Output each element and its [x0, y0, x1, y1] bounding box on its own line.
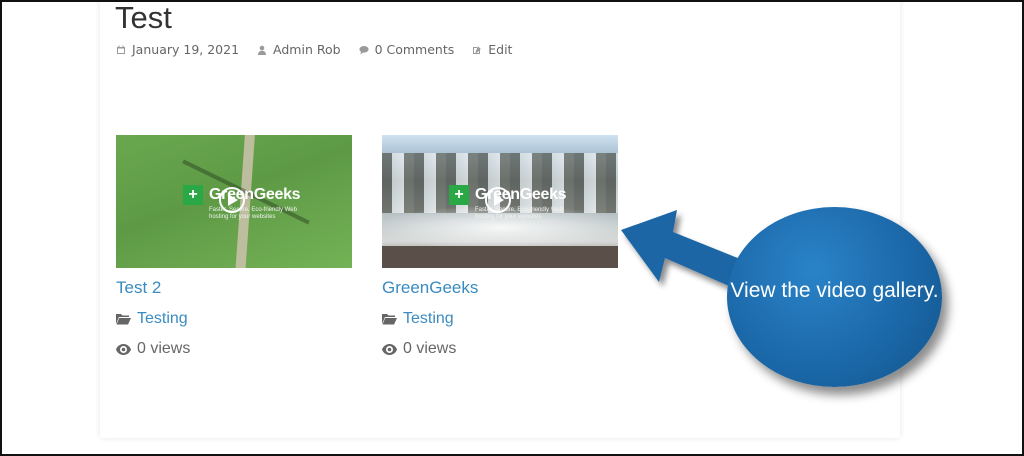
- video-views-count: 0 views: [137, 340, 191, 357]
- video-views: 0 views: [116, 340, 352, 358]
- video-thumbnail[interactable]: + GreenGeeks Faster, Secure, Eco-friendl…: [116, 135, 352, 268]
- folder-icon: [382, 314, 397, 325]
- play-icon: [228, 194, 238, 206]
- video-card: + GreenGeeks Faster, Secure, Eco-friendl…: [116, 135, 352, 358]
- folder-icon: [116, 314, 131, 325]
- edit-icon: [473, 45, 482, 54]
- video-category[interactable]: Testing: [116, 310, 352, 328]
- video-card: + GreenGeeks Faster, Secure, Eco-friendl…: [382, 135, 618, 358]
- user-icon: [258, 45, 267, 55]
- plus-icon: +: [449, 185, 469, 205]
- thumbnail-rocks: [382, 246, 618, 268]
- post-author[interactable]: Admin Rob: [257, 42, 341, 57]
- play-button[interactable]: [219, 187, 245, 213]
- post-edit-link[interactable]: Edit: [488, 42, 512, 57]
- post-date-link[interactable]: January 19, 2021: [132, 42, 239, 57]
- video-thumbnail[interactable]: + GreenGeeks Faster, Secure, Eco-friendl…: [382, 135, 618, 268]
- page-title: Test: [115, 0, 172, 35]
- video-views: 0 views: [382, 340, 618, 358]
- video-category[interactable]: Testing: [382, 310, 618, 328]
- video-category-link[interactable]: Testing: [403, 310, 454, 328]
- video-category-link[interactable]: Testing: [137, 310, 188, 328]
- post-date[interactable]: January 19, 2021: [116, 42, 239, 57]
- eye-icon: [116, 343, 131, 355]
- post-author-link[interactable]: Admin Rob: [273, 42, 341, 57]
- calendar-icon: [117, 45, 125, 54]
- plus-icon: +: [183, 185, 203, 205]
- post-comments-link[interactable]: 0 Comments: [375, 42, 455, 57]
- post-edit[interactable]: Edit: [472, 42, 512, 57]
- comment-icon: [358, 45, 369, 54]
- video-title-link[interactable]: GreenGeeks: [382, 278, 618, 298]
- video-title-link[interactable]: Test 2: [116, 278, 352, 298]
- eye-icon: [382, 343, 397, 355]
- callout-text: View the video gallery.: [730, 279, 939, 302]
- play-icon: [494, 194, 504, 206]
- play-button[interactable]: [485, 187, 511, 213]
- video-views-count: 0 views: [403, 340, 457, 357]
- post-comments[interactable]: 0 Comments: [358, 42, 455, 57]
- post-meta: January 19, 2021 Admin Rob 0 Comments Ed…: [116, 42, 512, 57]
